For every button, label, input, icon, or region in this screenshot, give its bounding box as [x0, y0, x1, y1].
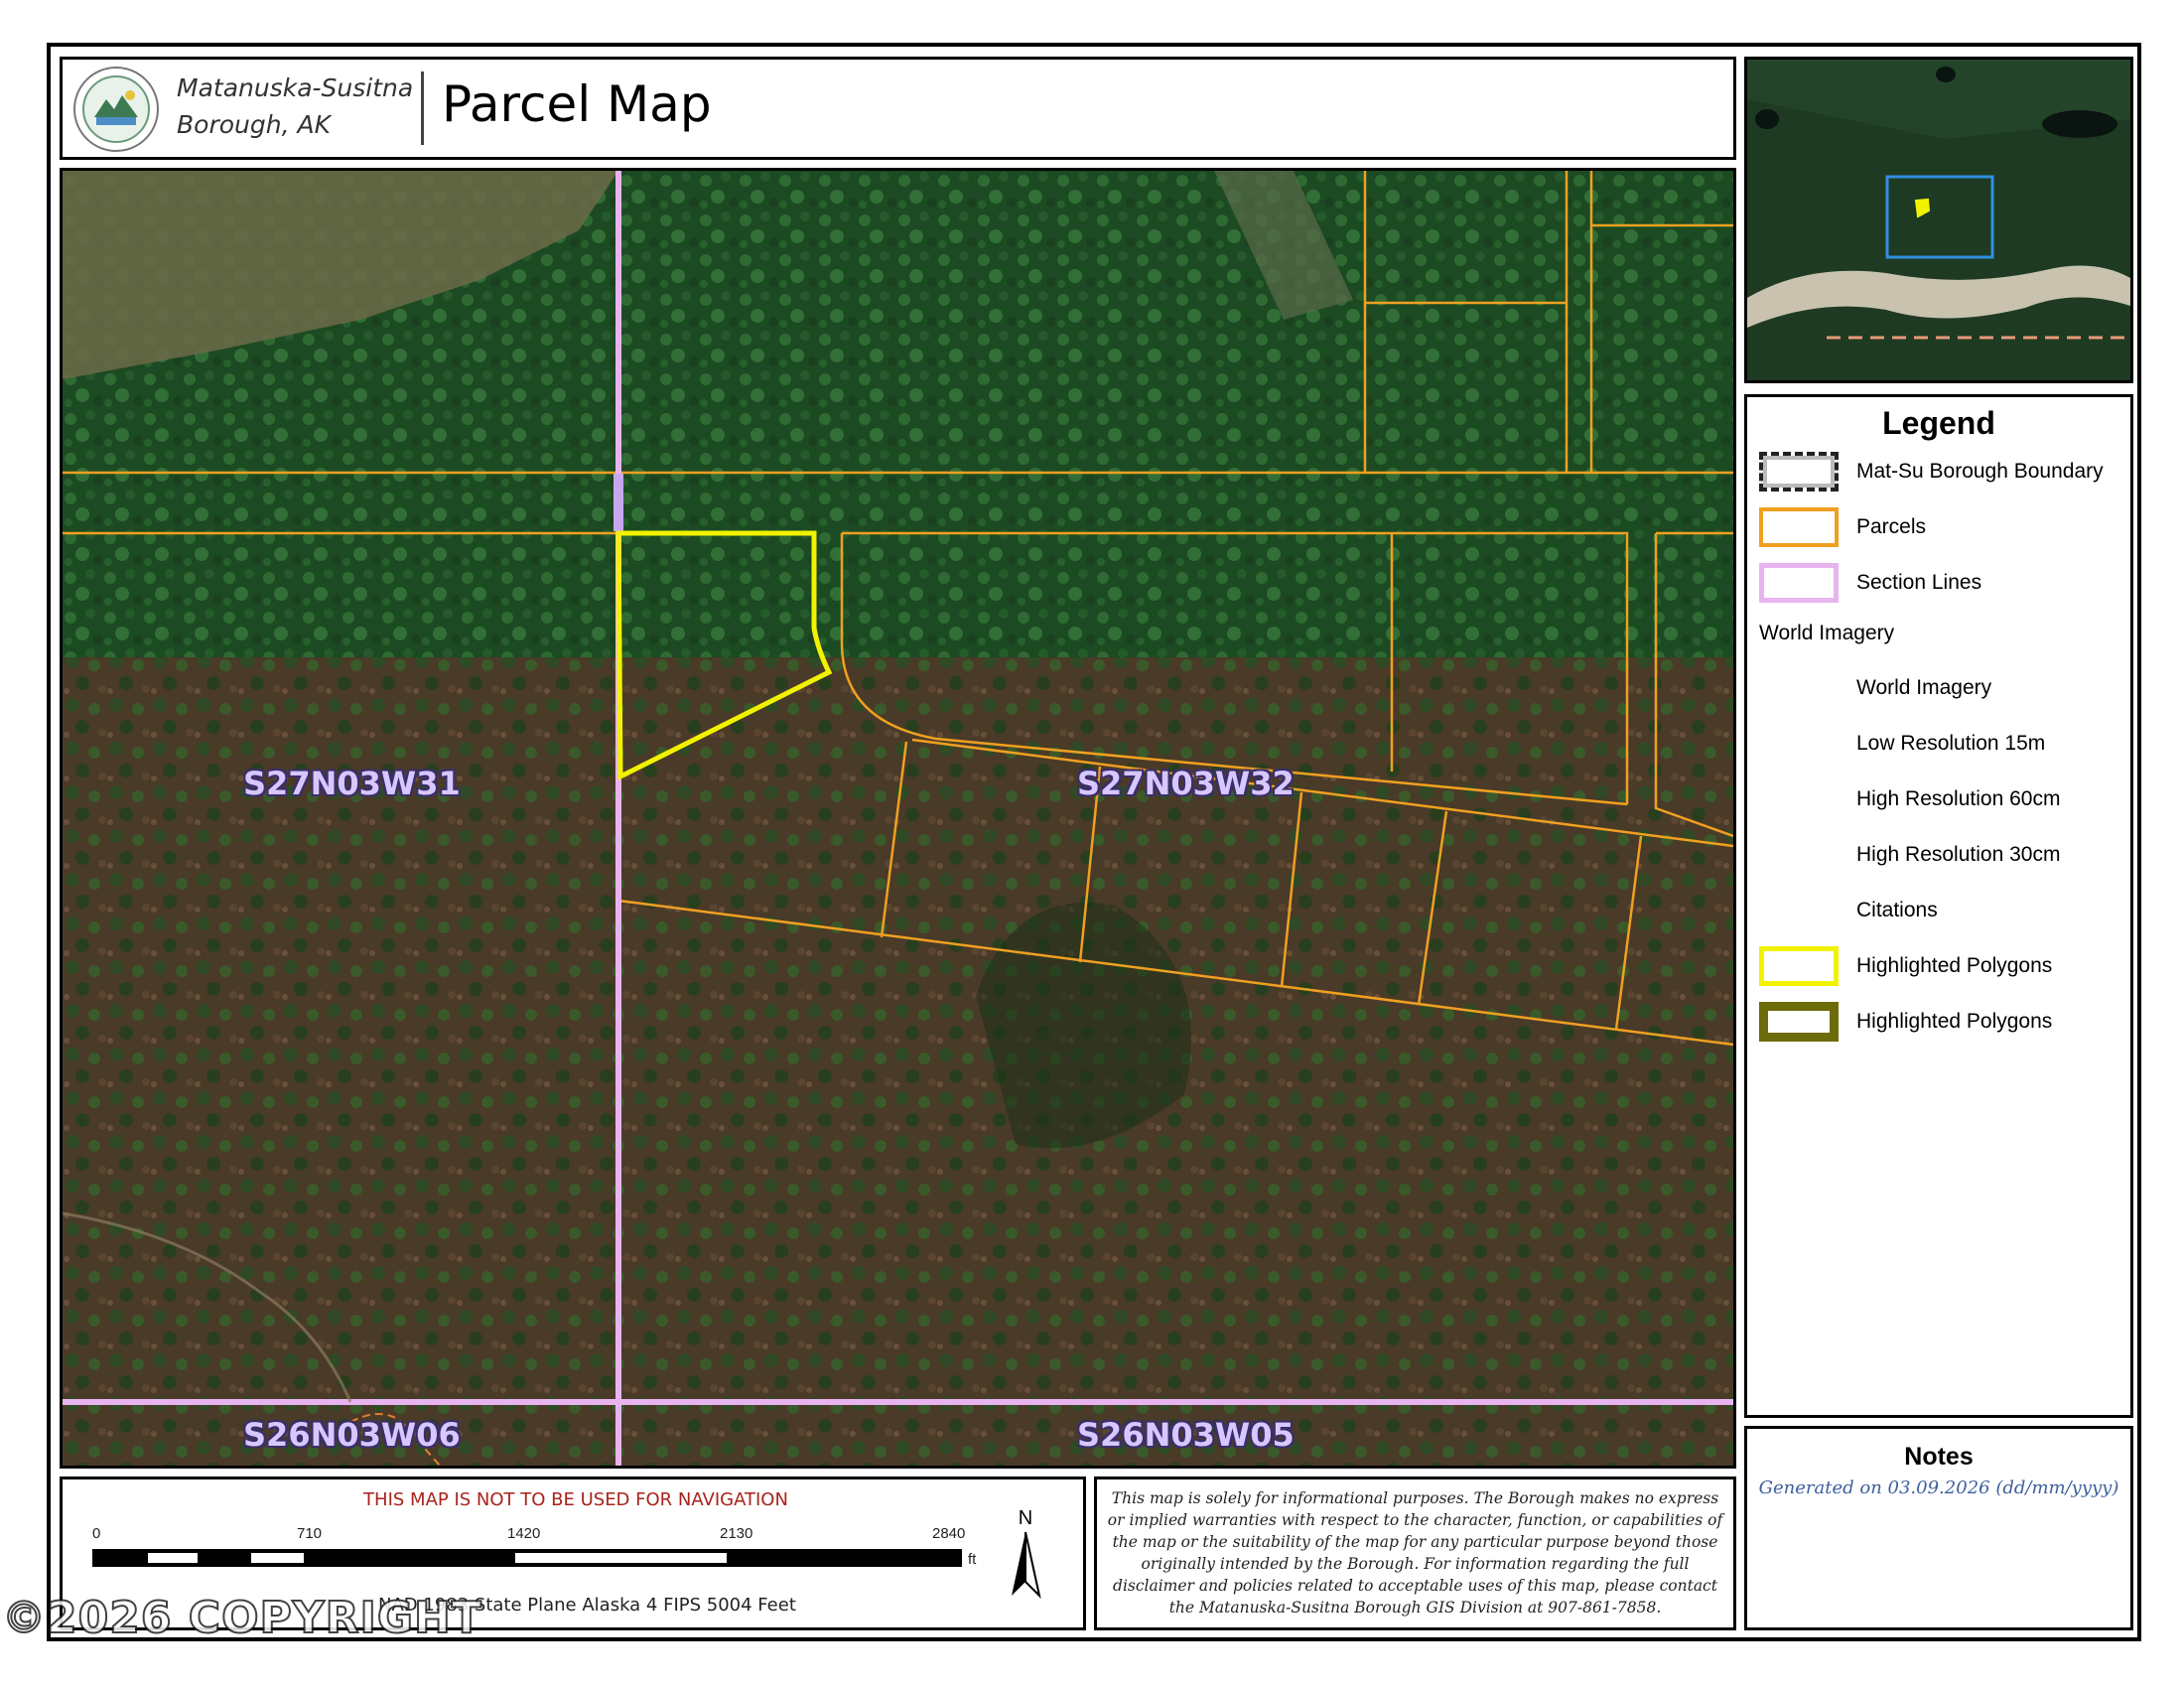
- legend-swatch-yellow: [1759, 946, 1839, 986]
- scale-unit: ft: [968, 1551, 977, 1568]
- section-label-w32: S27N03W32: [1077, 765, 1295, 802]
- scale-tick: 710: [297, 1525, 323, 1542]
- scale-tick: 2840: [932, 1525, 966, 1542]
- scale-tick: 1420: [507, 1525, 541, 1542]
- map-canvas: [63, 171, 1733, 1466]
- org-name-line1: Matanuska-Susitna: [177, 73, 414, 102]
- legend-group-world-imagery: World Imagery: [1759, 614, 1894, 653]
- legend-label: Parcels: [1856, 515, 1927, 538]
- legend-title: Legend: [1882, 405, 1995, 441]
- disclaimer-text: This map is solely for informational pur…: [1107, 1489, 1723, 1617]
- section-label-w06: S26N03W06: [243, 1416, 461, 1454]
- legend-label: High Resolution 30cm: [1856, 843, 2061, 866]
- legend-item-section: Section Lines: [1759, 563, 1981, 603]
- legend-item-world-imagery: World Imagery: [1759, 668, 1991, 708]
- legend-label: Citations: [1856, 899, 1938, 921]
- notes-generated: Generated on 03.09.2026 (dd/mm/yyyy): [1747, 1477, 2130, 1498]
- inset-canvas: [1747, 60, 2130, 380]
- legend-swatch-parcels: [1759, 507, 1839, 547]
- map-frame: S27N03W31 S27N03W32 S26N03W06 S26N03W05: [60, 168, 1736, 1469]
- legend-item-boundary: Mat-Su Borough Boundary: [1759, 452, 2104, 492]
- scale-bar: [92, 1549, 962, 1567]
- section-label-w05: S26N03W05: [1077, 1416, 1295, 1454]
- org-name-line2: Borough, AK: [177, 110, 331, 139]
- north-arrow-icon: [1012, 1531, 1041, 1600]
- legend-swatch-section: [1759, 563, 1839, 603]
- legend-swatch-empty: [1759, 779, 1839, 819]
- legend-label: High Resolution 60cm: [1856, 787, 2061, 810]
- north-label: N: [1018, 1507, 1033, 1529]
- copyright-watermark: ©2026 COPYRIGHT: [1, 1592, 482, 1644]
- legend-item-highlight-olive: Highlighted Polygons: [1759, 1002, 2052, 1042]
- scale-tick: 2130: [720, 1525, 753, 1542]
- legend-item-parcels: Parcels: [1759, 507, 1926, 547]
- notes-generated-date: 03.09.2026: [1887, 1477, 1990, 1498]
- legend-label: Mat-Su Borough Boundary: [1856, 460, 2104, 483]
- header-divider: [421, 71, 424, 145]
- legend-item-high-res-30: High Resolution 30cm: [1759, 835, 2060, 875]
- notes-panel: Notes Generated on 03.09.2026 (dd/mm/yyy…: [1744, 1426, 2133, 1630]
- legend-swatch-olive: [1759, 1002, 1839, 1042]
- section-label-w31: S27N03W31: [243, 765, 461, 802]
- disclaimer-panel: This map is solely for informational pur…: [1094, 1477, 1736, 1630]
- legend-label: Highlighted Polygons: [1856, 954, 2053, 977]
- page-title: Parcel Map: [442, 75, 712, 133]
- legend-label: Section Lines: [1856, 571, 1982, 594]
- legend-label: Highlighted Polygons: [1856, 1010, 2053, 1033]
- section-line-highlight: [614, 474, 623, 531]
- notes-title: Notes: [1904, 1443, 1974, 1471]
- scale-tick: 0: [92, 1525, 101, 1542]
- notes-date-format: (dd/mm/yyyy): [1995, 1477, 2119, 1498]
- legend-item-citations: Citations: [1759, 891, 1938, 930]
- legend-panel: Legend Mat-Su Borough Boundary Parcels S…: [1744, 394, 2133, 1418]
- navigation-warning: THIS MAP IS NOT TO BE USED FOR NAVIGATIO…: [363, 1489, 788, 1510]
- notes-generated-prefix: Generated on: [1758, 1477, 1882, 1498]
- header: Matanuska-Susitna Borough, AK Parcel Map: [60, 57, 1736, 160]
- legend-item-high-res-60: High Resolution 60cm: [1759, 779, 2060, 819]
- org-name: Matanuska-Susitna Borough, AK: [177, 70, 413, 143]
- legend-label: Low Resolution 15m: [1856, 732, 2046, 755]
- legend-swatch-empty: [1759, 668, 1839, 708]
- north-arrow: N: [1006, 1507, 1045, 1607]
- legend-swatch-empty: [1759, 891, 1839, 930]
- legend-swatch-empty: [1759, 835, 1839, 875]
- legend-group-label: World Imagery: [1759, 622, 1895, 644]
- inset-map: [1744, 57, 2133, 383]
- legend-label: World Imagery: [1856, 676, 1992, 699]
- inset-lake: [2042, 110, 2117, 138]
- legend-item-low-res: Low Resolution 15m: [1759, 724, 2045, 764]
- legend-swatch-boundary: [1759, 452, 1839, 492]
- legend-item-highlight-yellow: Highlighted Polygons: [1759, 946, 2052, 986]
- legend-swatch-empty: [1759, 724, 1839, 764]
- borough-seal-icon: [73, 67, 159, 152]
